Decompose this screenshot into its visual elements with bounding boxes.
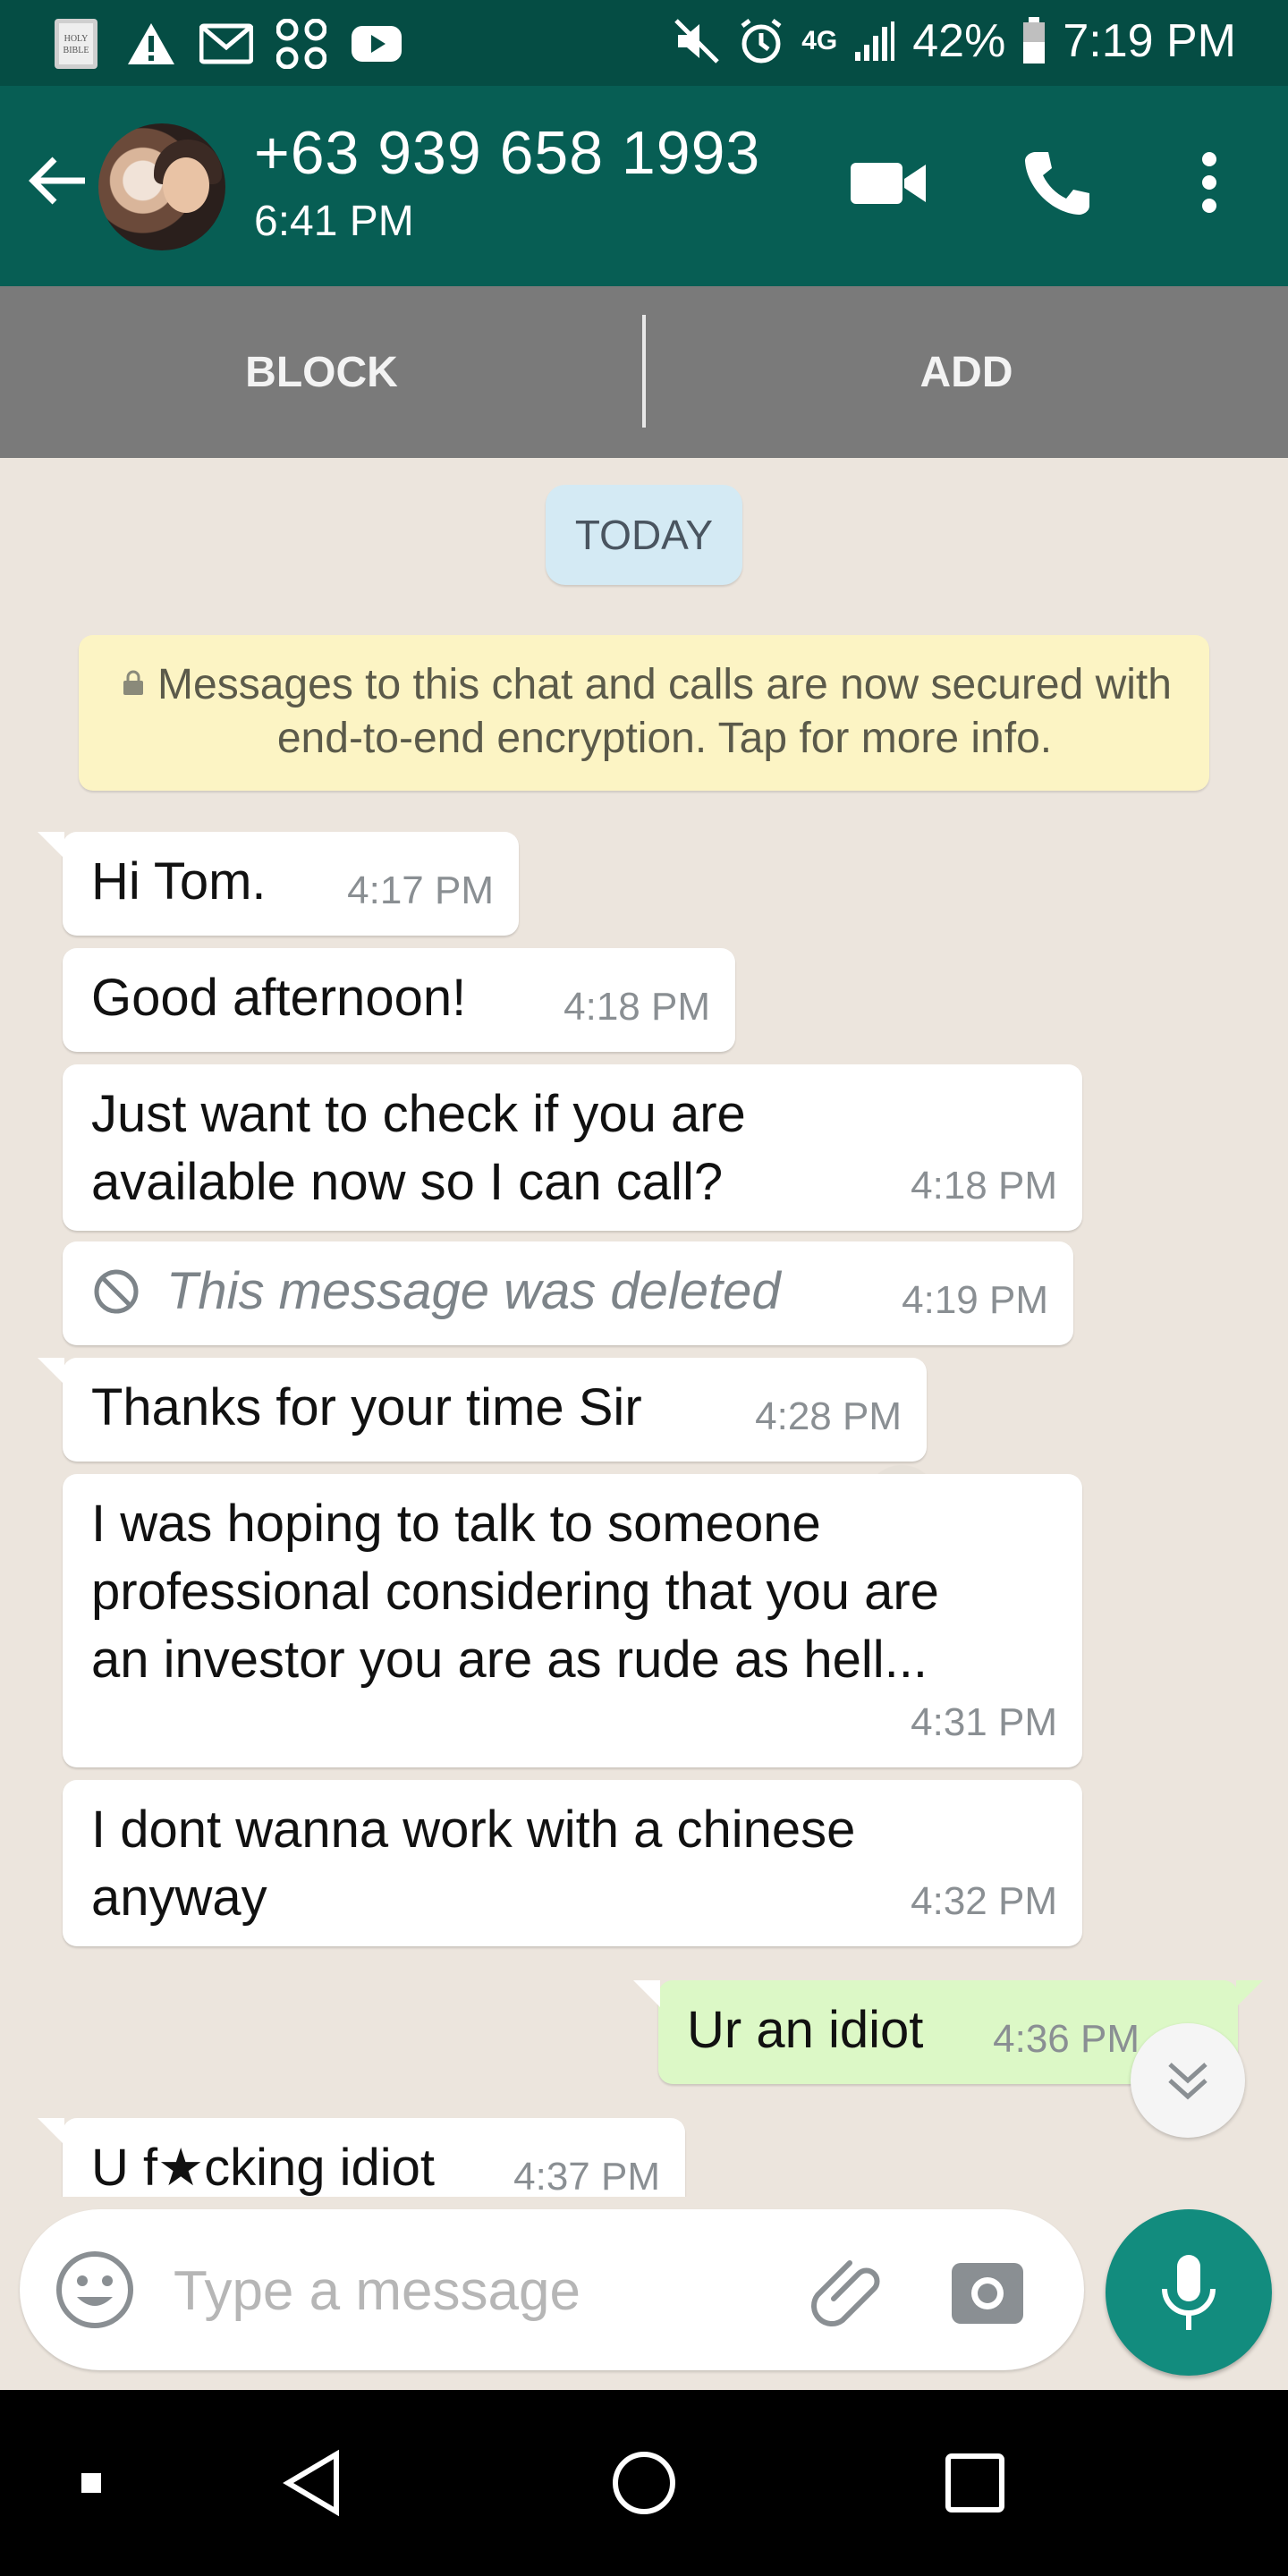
android-nav-bar — [0, 2390, 1288, 2576]
battery-percent: 42% — [912, 15, 1006, 67]
message-text: Good afternoon! — [91, 969, 467, 1027]
chevron-double-down-icon — [1168, 2063, 1208, 2100]
chat-header: +63 939 658 1993 6:41 PM — [0, 86, 1288, 286]
clock: 7:19 PM — [1063, 15, 1236, 67]
youtube-icon — [349, 16, 404, 72]
message-text: Just want to check if you are — [91, 1085, 746, 1143]
message-text: anyway — [91, 1868, 267, 1927]
square-recents-icon — [945, 2453, 1004, 2512]
last-seen: 6:41 PM — [254, 198, 414, 245]
message-bubble[interactable]: U f★cking idiot 4:37 PM — [38, 2118, 685, 2197]
voice-message-button[interactable] — [1106, 2209, 1272, 2376]
scroll-to-bottom-button[interactable] — [1131, 2023, 1245, 2138]
video-camera-icon — [851, 163, 926, 204]
voice-call-button[interactable] — [1014, 140, 1100, 225]
block-button[interactable]: BLOCK — [0, 286, 643, 458]
network-type: 4G — [801, 26, 838, 55]
block-add-bar: BLOCK ADD — [0, 286, 1288, 458]
more-vertical-icon — [1202, 152, 1216, 213]
triangle-back-icon — [283, 2449, 339, 2517]
paperclip-icon[interactable] — [807, 2249, 893, 2334]
back-button[interactable] — [21, 145, 93, 216]
nav-home-button[interactable] — [599, 2438, 689, 2528]
message-input[interactable] — [172, 2245, 784, 2336]
circle-home-icon — [613, 2452, 675, 2514]
message-text: Ur an idiot — [687, 2001, 924, 2059]
notification-icons: HOLY BIBLE — [48, 16, 404, 72]
message-time: 4:36 PM — [993, 2017, 1140, 2061]
svg-text:HOLY: HOLY — [64, 34, 89, 44]
message-time: 4:19 PM — [902, 1278, 1048, 1322]
message-text: U f★cking idiot — [91, 2139, 436, 2197]
date-divider: TODAY — [546, 485, 742, 585]
signal-icon — [853, 20, 896, 63]
encryption-notice[interactable]: Messages to this chat and calls are now … — [79, 635, 1209, 791]
message-time: 4:32 PM — [911, 1879, 1057, 1923]
message-text: I was hoping to talk to someone — [91, 1495, 821, 1553]
message-bubble[interactable]: Just want to check if you are available … — [63, 1064, 1082, 1231]
add-button[interactable]: ADD — [645, 286, 1288, 458]
emoji-icon[interactable] — [54, 2249, 136, 2331]
deleted-message-bubble[interactable]: This message was deleted 4:19 PM — [63, 1241, 1073, 1345]
message-time: 4:18 PM — [911, 1164, 1057, 1208]
battery-icon — [1021, 17, 1046, 65]
warning-icon — [123, 16, 179, 72]
message-text: Thanks for your time Sir — [91, 1378, 642, 1436]
status-bar: HOLY BIBLE 4G 42% 7:19 PM — [0, 0, 1288, 86]
deleted-icon — [94, 1269, 139, 1314]
message-text: available now so I can call? — [91, 1153, 724, 1211]
message-text: I dont wanna work with a chinese — [91, 1801, 856, 1859]
system-status: 4G 42% 7:19 PM — [673, 14, 1236, 68]
message-text: professional considering that you are — [91, 1563, 939, 1621]
svg-text:BIBLE: BIBLE — [64, 46, 89, 55]
message-time: 4:37 PM — [513, 2155, 660, 2197]
nav-back-button[interactable] — [268, 2438, 358, 2528]
message-bubble[interactable]: Thanks for your time Sir 4:28 PM — [38, 1358, 927, 1462]
message-bubble[interactable]: I dont wanna work with a chinese anyway … — [63, 1780, 1082, 1946]
video-call-button[interactable] — [846, 140, 932, 225]
message-text: Hi Tom. — [91, 852, 267, 911]
arrow-left-icon — [29, 157, 85, 205]
message-text: This message was deleted — [166, 1262, 781, 1320]
dot-icon — [47, 2438, 136, 2528]
message-composer — [20, 2209, 1084, 2370]
message-bubble[interactable]: Good afternoon! 4:18 PM — [63, 948, 735, 1052]
message-bubble[interactable]: I was hoping to talk to someone professi… — [63, 1474, 1082, 1767]
message-time: 4:18 PM — [564, 985, 710, 1029]
gmail-icon — [199, 16, 254, 72]
mute-icon — [673, 17, 721, 65]
contact-name[interactable]: +63 939 658 1993 — [254, 118, 760, 188]
app-icon — [274, 16, 329, 72]
chat-area[interactable]: TODAY Messages to this chat and calls ar… — [0, 458, 1288, 2197]
message-time: 4:17 PM — [347, 869, 494, 912]
message-text: an investor you are as rude as hell... — [91, 1631, 928, 1689]
encryption-text: Messages to this chat and calls are now … — [157, 661, 1172, 762]
menu-button[interactable] — [1166, 140, 1252, 225]
phone-icon — [1025, 152, 1089, 215]
microphone-icon — [1162, 2255, 1216, 2330]
message-time: 4:31 PM — [911, 1700, 1057, 1744]
message-bubble[interactable]: Hi Tom. 4:17 PM — [38, 832, 519, 936]
nav-recents-button[interactable] — [930, 2438, 1020, 2528]
message-time: 4:28 PM — [755, 1394, 902, 1438]
holy-bible-icon: HOLY BIBLE — [48, 16, 104, 72]
camera-icon[interactable] — [945, 2249, 1030, 2334]
avatar[interactable] — [98, 123, 225, 250]
alarm-icon — [737, 17, 785, 65]
